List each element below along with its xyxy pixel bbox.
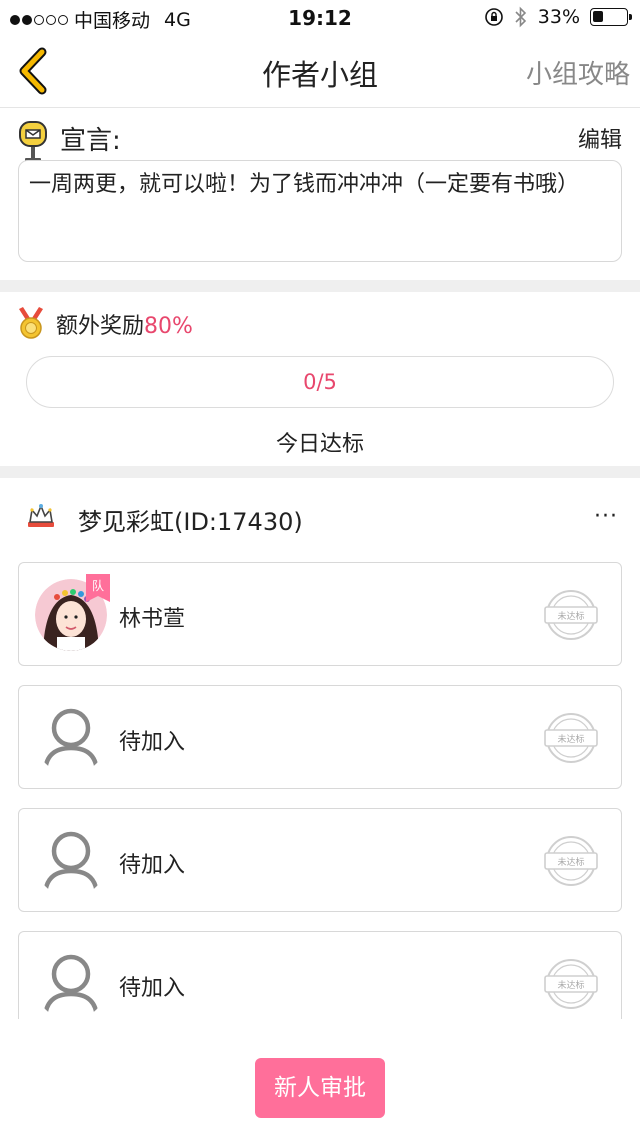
person-placeholder-icon	[42, 954, 100, 1020]
edit-button[interactable]: 编辑	[578, 122, 622, 154]
mailbox-icon	[19, 121, 47, 162]
team-header: 梦见彩虹(ID:17430) ···	[0, 480, 640, 560]
person-placeholder-icon	[42, 708, 100, 774]
member-name: 待加入	[119, 976, 186, 1001]
member-card[interactable]: 待加入 未达标	[18, 931, 622, 1020]
bonus-percent: 80%	[144, 314, 193, 339]
section-divider	[0, 466, 640, 478]
person-placeholder-icon	[42, 831, 100, 897]
leader-badge-text: 队	[92, 578, 104, 593]
bonus-section: 额外奖励80% 0/5 今日达标	[0, 292, 640, 464]
member-card[interactable]: 待加入 未达标	[18, 685, 622, 789]
manifesto-label: 宣言:	[60, 126, 121, 156]
stamp-text: 未达标	[557, 610, 584, 622]
manifesto-section: 宣言: 编辑 一周两更，就可以啦！为了钱而冲冲冲（一定要有书哦）	[0, 108, 640, 280]
member-card[interactable]: 待加入 未达标	[18, 808, 622, 912]
bonus-label-text: 额外奖励	[56, 314, 145, 339]
member-name: 待加入	[119, 730, 186, 755]
more-options-button[interactable]: ···	[594, 504, 618, 529]
status-right: 33%	[484, 6, 632, 28]
team-name: 梦见彩虹(ID:17430)	[78, 508, 303, 536]
rotation-lock-icon	[484, 8, 503, 26]
member-name: 待加入	[119, 853, 186, 878]
stamp-text: 未达标	[557, 856, 584, 868]
stamp-text: 未达标	[557, 979, 584, 991]
not-met-stamp-icon: 未达标	[544, 959, 598, 1009]
group-guide-link[interactable]: 小组攻略	[526, 54, 630, 91]
not-met-stamp-icon: 未达标	[544, 713, 598, 763]
today-status: 今日达标	[275, 432, 364, 457]
status-bar: 中国移动 4G 19:12 33%	[0, 0, 640, 36]
member-card[interactable]: 队 林书萱 未达标	[18, 562, 622, 666]
member-name: 林书萱	[119, 607, 186, 632]
not-met-stamp-icon: 未达标	[544, 836, 598, 886]
battery-level	[593, 11, 603, 22]
bonus-label: 额外奖励80%	[56, 308, 193, 340]
section-divider	[0, 280, 640, 292]
medal-icon	[19, 307, 43, 339]
progress-text: 0/5	[303, 370, 337, 394]
daily-progress-bar: 0/5	[26, 356, 614, 408]
crown-icon	[28, 503, 54, 527]
battery-icon	[590, 8, 632, 26]
new-member-approval-button[interactable]: 新人审批	[255, 1058, 385, 1118]
nav-bar: 作者小组 小组攻略	[0, 36, 640, 108]
bluetooth-icon	[515, 6, 526, 28]
leader-badge: 队	[86, 574, 110, 602]
stamp-text: 未达标	[557, 733, 584, 745]
battery-percent: 33%	[537, 6, 580, 28]
not-met-stamp-icon: 未达标	[544, 590, 598, 640]
manifesto-text[interactable]: 一周两更，就可以啦！为了钱而冲冲冲（一定要有书哦）	[18, 160, 622, 262]
